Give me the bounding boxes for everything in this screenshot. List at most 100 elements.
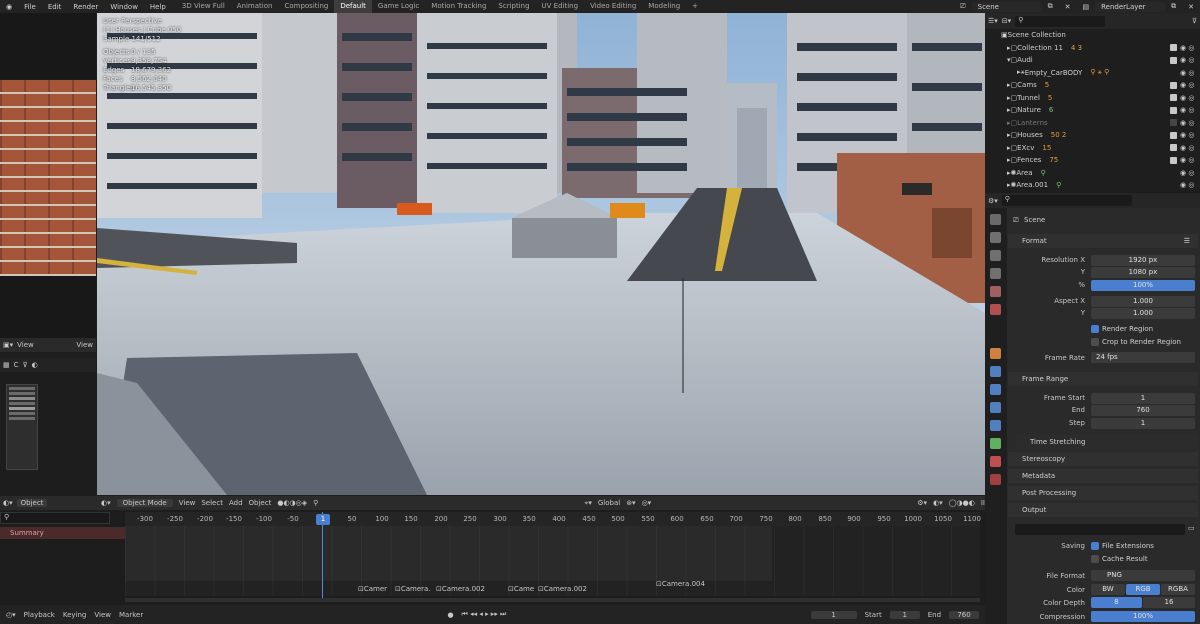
include-checkbox[interactable] <box>1170 56 1177 64</box>
workspace-tab-video-editing[interactable]: Video Editing <box>584 0 642 13</box>
outliner-item[interactable]: ▸▢ Tunnel 5 ◉ ◎ <box>985 92 1200 105</box>
3d-viewport[interactable] <box>97 13 985 495</box>
color-rgba-button[interactable]: RGBA <box>1161 584 1195 595</box>
menu-keying[interactable]: Keying <box>63 611 87 619</box>
eye-icon[interactable]: ◉ ◎ <box>1180 119 1194 127</box>
outliner-root[interactable]: ▣ Scene Collection <box>985 29 1200 42</box>
object-mode-dropdown[interactable]: Object Mode <box>116 499 173 507</box>
marker-camera[interactable]: ⊡Camera.002 <box>538 585 587 593</box>
properties-type-icon[interactable]: ⚙▾ <box>988 197 998 205</box>
outliner-search[interactable]: ⚲ <box>1015 15 1106 27</box>
workspace-tab-modeling[interactable]: Modeling <box>642 0 686 13</box>
menu-view[interactable]: View <box>94 611 111 619</box>
outliner-item[interactable]: ▸▢ Cams 5 ◉ ◎ <box>985 79 1200 92</box>
eye-icon[interactable]: ◉ ◎ <box>1180 56 1194 64</box>
menu-file[interactable]: File <box>18 3 42 11</box>
texture-tab-icon[interactable] <box>990 474 1001 485</box>
close-icon[interactable]: ✕ <box>1059 3 1077 11</box>
outliner-item[interactable]: ▸✺ Area ⚲ ◉ ◎ <box>985 167 1200 180</box>
presets-icon[interactable]: ☰ <box>1184 234 1190 248</box>
compression-slider[interactable]: 100% <box>1091 611 1195 622</box>
filter-icon[interactable]: ⊽ <box>1192 17 1197 25</box>
start-field[interactable]: 1 <box>889 610 920 619</box>
include-checkbox[interactable] <box>1170 156 1177 164</box>
depth-8-button[interactable]: 8 <box>1091 597 1142 608</box>
outliner-item[interactable]: ▾▢ Audi ◉ ◎ <box>985 54 1200 67</box>
outliner-type-icon[interactable]: ☰▾ <box>988 17 998 25</box>
menu-object[interactable]: Object <box>249 499 272 507</box>
playhead[interactable] <box>322 512 323 602</box>
frame-range-section[interactable]: Frame Range <box>1008 372 1198 386</box>
filter-icon[interactable]: ⊽ <box>23 361 28 369</box>
workspace-tab-3d-view-full[interactable]: 3D View Full <box>176 0 231 13</box>
object-mode-left[interactable]: Object <box>16 499 48 507</box>
transform-pivot-icon[interactable]: ⌖▾ <box>584 499 591 508</box>
aspect-y-field[interactable]: 1.000 <box>1091 308 1195 319</box>
include-checkbox[interactable] <box>1170 144 1177 152</box>
frame-rate-dropdown[interactable]: 24 fps <box>1091 352 1195 363</box>
add-workspace-button[interactable]: + <box>686 0 704 13</box>
blender-logo-icon[interactable]: ◉ <box>0 3 18 11</box>
eye-icon[interactable]: ◉ ◎ <box>1180 81 1194 89</box>
outliner-item[interactable]: ▸▢ EXcv 15 ◉ ◎ <box>985 142 1200 155</box>
gizmo-icon[interactable]: ⚙▾ <box>917 499 927 507</box>
color-bw-button[interactable]: BW <box>1091 584 1125 595</box>
node-type-icon[interactable]: ▦ <box>3 361 10 369</box>
mode-icon[interactable]: ◐▾ <box>3 499 13 507</box>
outliner-item[interactable]: ▸▢ Nature 6 ◉ ◎ <box>985 104 1200 117</box>
include-checkbox[interactable] <box>1170 94 1177 102</box>
end-field[interactable]: 760 <box>949 610 980 619</box>
menu-marker[interactable]: Marker <box>119 611 143 619</box>
menu-render[interactable]: Render <box>67 3 104 11</box>
physics-tab-icon[interactable] <box>990 402 1001 413</box>
scene-selector[interactable]: Scene <box>971 1 1042 12</box>
cache-result-checkbox[interactable] <box>1091 555 1099 563</box>
workspace-tab-motion-tracking[interactable]: Motion Tracking <box>425 0 492 13</box>
copy-icon[interactable]: ⧉ <box>1042 2 1059 11</box>
output-section[interactable]: Output <box>1008 503 1198 517</box>
workspace-tab-game-logic[interactable]: Game Logic <box>372 0 425 13</box>
depth-16-button[interactable]: 16 <box>1143 597 1195 608</box>
output-tab-icon[interactable] <box>990 250 1001 261</box>
left-view-menu[interactable]: View <box>17 341 34 349</box>
playback-controls[interactable]: ⏮ ◂◂ ◂ ▸ ▸▸ ⏭ <box>462 610 507 619</box>
menu-window[interactable]: Window <box>104 3 144 11</box>
scene-tab-icon[interactable] <box>990 286 1001 297</box>
marker-camera[interactable]: ⊡Camera.004 <box>656 580 705 588</box>
frame-end-field[interactable]: 760 <box>1091 405 1195 416</box>
timeline-search-input[interactable]: ⚲ <box>0 512 110 524</box>
marker-camera[interactable]: ⊡Camer <box>358 585 387 593</box>
resolution-y-field[interactable]: 1080 px <box>1091 267 1195 278</box>
timeline-ruler[interactable]: -300 -250 -200 -150 -100 -50 1 50 100 15… <box>125 512 981 526</box>
menu-help[interactable]: Help <box>144 3 172 11</box>
render-tab-icon[interactable] <box>990 232 1001 243</box>
menu-playback[interactable]: Playback <box>24 611 55 619</box>
menu-view[interactable]: View <box>179 499 196 507</box>
left-view-menu-2[interactable]: View <box>76 341 93 349</box>
time-stretching-section[interactable]: Time Stretching <box>1016 435 1198 449</box>
workspace-tab-default[interactable]: Default <box>334 0 372 13</box>
aspect-x-field[interactable]: 1.000 <box>1091 296 1195 307</box>
eye-icon[interactable]: ◉ ◎ <box>1180 144 1194 152</box>
eye-icon[interactable]: ◉ ◎ <box>1180 94 1194 102</box>
eye-icon[interactable]: ◉ ◎ <box>1180 156 1194 164</box>
workspace-tab-uv-editing[interactable]: UV Editing <box>536 0 585 13</box>
include-checkbox[interactable] <box>1170 106 1177 114</box>
outliner-item[interactable]: ▸▢ Houses 50 2 ◉ ◎ <box>985 129 1200 142</box>
current-frame-field[interactable]: 1 <box>810 610 857 619</box>
transform-orientation-dropdown[interactable]: Global <box>598 499 620 507</box>
current-frame-indicator[interactable]: 1 <box>316 514 330 525</box>
eye-icon[interactable]: ◉ ◎ <box>1180 106 1194 114</box>
stereoscopy-section[interactable]: Stereoscopy <box>1008 452 1198 466</box>
outliner-item[interactable]: ▸✺ Area.001 ⚲ ◉ ◎ <box>985 179 1200 192</box>
file-extensions-checkbox[interactable] <box>1091 542 1099 550</box>
resolution-percent-field[interactable]: 100% <box>1091 280 1195 291</box>
zoom-icon[interactable]: ⚲ <box>313 499 318 507</box>
include-checkbox[interactable] <box>1170 119 1177 127</box>
marker-camera[interactable]: ⊡Came <box>508 585 534 593</box>
eye-icon[interactable]: ◉ ◎ <box>1180 169 1194 177</box>
file-format-dropdown[interactable]: PNG <box>1091 570 1195 581</box>
workspace-tab-scripting[interactable]: Scripting <box>492 0 535 13</box>
eye-icon[interactable]: ◉ ◎ <box>1180 131 1194 139</box>
proportional-icon[interactable]: ◎▾ <box>642 499 652 507</box>
